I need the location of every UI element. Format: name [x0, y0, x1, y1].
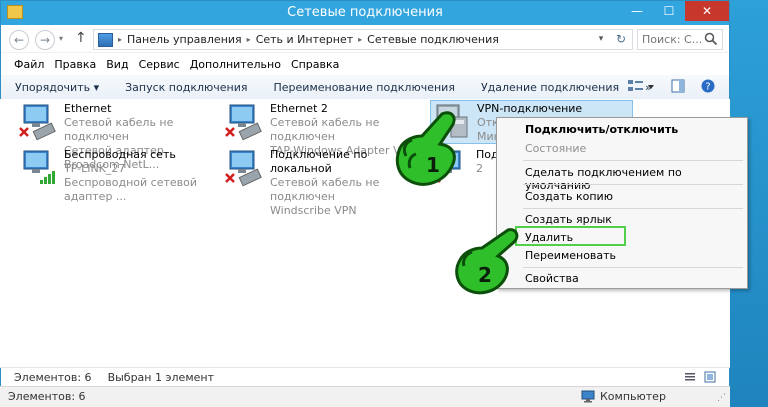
context-menu: Подключить/отключить Состояние Сделать п…: [496, 117, 748, 289]
hand-pointer-marker-1: 1: [395, 111, 456, 186]
details-view-icon[interactable]: [684, 371, 696, 383]
connection-name: Беспроводная сеть: [64, 148, 176, 161]
delete-connection-button[interactable]: Удаление подключения: [481, 81, 619, 94]
svg-text:1: 1: [426, 153, 440, 177]
menu-bar: Файл Правка Вид Сервис Дополнительно Спр…: [1, 53, 729, 75]
connection-name: VPN-подключение: [477, 102, 583, 115]
wireless-adapter-icon: [23, 150, 55, 184]
connection-status: Сетевой кабель не подключен: [64, 116, 174, 143]
location-label: Компьютер: [600, 390, 666, 403]
computer-icon: [581, 390, 595, 403]
breadcrumb-control-panel[interactable]: Панель управления: [127, 33, 242, 46]
tiles-view-icon[interactable]: [704, 371, 716, 383]
svg-text:?: ?: [705, 82, 710, 93]
command-bar: Упорядочить ▾ Запуск подключения Переиме…: [1, 75, 729, 100]
menu-tools[interactable]: Сервис: [134, 58, 185, 71]
breadcrumb-connections[interactable]: Сетевые подключения: [367, 33, 499, 46]
menu-item-copy[interactable]: Создать копию: [525, 190, 613, 203]
menu-item-connect[interactable]: Подключить/отключить: [525, 123, 678, 136]
menu-advanced[interactable]: Дополнительно: [185, 58, 286, 71]
menu-view[interactable]: Вид: [101, 58, 133, 71]
rename-connection-button[interactable]: Переименование подключения: [274, 81, 455, 94]
close-button[interactable]: ✕: [685, 1, 729, 21]
back-button[interactable]: ←: [9, 30, 29, 50]
menu-file[interactable]: Файл: [9, 58, 49, 71]
maximize-button[interactable]: ☐: [653, 1, 685, 21]
navigation-bar: ← → ▾ ↑ ▸ Панель управления ▸ Сеть и Инт…: [1, 25, 729, 53]
menu-item-status: Состояние: [525, 142, 587, 155]
control-panel-icon: [98, 32, 113, 47]
breadcrumb-network[interactable]: Сеть и Интернет: [256, 33, 353, 46]
items-count: Элементов: 6: [14, 370, 92, 384]
connection-wireless[interactable]: Беспроводная сеть TP-LINK_27 Беспроводно…: [18, 147, 218, 203]
menu-item-set-default[interactable]: Сделать подключением по умолчанию: [525, 166, 747, 192]
menu-help[interactable]: Справка: [286, 58, 344, 71]
items-count-secondary: Элементов: 6: [8, 390, 86, 403]
secondary-status-bar: Элементов: 6 Компьютер ⋰: [0, 386, 730, 407]
recent-dropdown-icon[interactable]: ▾: [59, 34, 63, 43]
menu-item-rename[interactable]: Переименовать: [525, 249, 616, 262]
forward-button[interactable]: →: [35, 30, 55, 50]
organize-button[interactable]: Упорядочить ▾: [15, 81, 99, 94]
view-options-icon[interactable]: [627, 79, 655, 93]
preview-pane-icon[interactable]: [671, 79, 685, 93]
up-button[interactable]: ↑: [75, 30, 87, 46]
connection-status: 2: [476, 162, 483, 175]
connection-status: TP-LINK_27: [64, 162, 126, 175]
delete-highlight-box: [515, 226, 626, 246]
connection-name: Ethernet: [64, 102, 112, 115]
network-adapter-icon: [225, 150, 262, 187]
connection-adapter: Windscribe VPN: [270, 204, 357, 217]
status-bar: Элементов: 6 Выбран 1 элемент: [0, 367, 730, 386]
help-icon[interactable]: ?: [701, 79, 715, 93]
title-bar: Сетевые подключения — ☐ ✕: [1, 1, 729, 25]
network-adapter-icon: [225, 104, 262, 141]
refresh-icon[interactable]: ↻: [610, 29, 632, 50]
resize-grip-icon[interactable]: ⋰: [717, 393, 726, 403]
menu-item-shortcut[interactable]: Создать ярлык: [525, 213, 612, 226]
window-title: Сетевые подключения: [287, 5, 443, 20]
network-adapter-icon: [19, 104, 56, 141]
selected-count: Выбран 1 элемент: [107, 370, 214, 384]
start-connection-button[interactable]: Запуск подключения: [125, 81, 247, 94]
connection-ethernet[interactable]: Ethernet Сетевой кабель не подключен Сет…: [18, 101, 218, 171]
menu-edit[interactable]: Правка: [49, 58, 101, 71]
menu-item-properties[interactable]: Свойства: [525, 272, 579, 285]
search-icon[interactable]: [704, 32, 718, 46]
address-dropdown-icon[interactable]: ▾: [594, 29, 608, 50]
minimize-button[interactable]: —: [621, 1, 653, 21]
connection-adapter: Беспроводной сетевой адаптер ...: [64, 176, 198, 203]
hand-pointer-marker-2: 2: [455, 228, 519, 295]
svg-text:2: 2: [478, 263, 492, 287]
address-bar[interactable]: ▸ Панель управления ▸ Сеть и Интернет ▸ …: [93, 29, 633, 50]
connection-name: Подк: [476, 148, 496, 161]
